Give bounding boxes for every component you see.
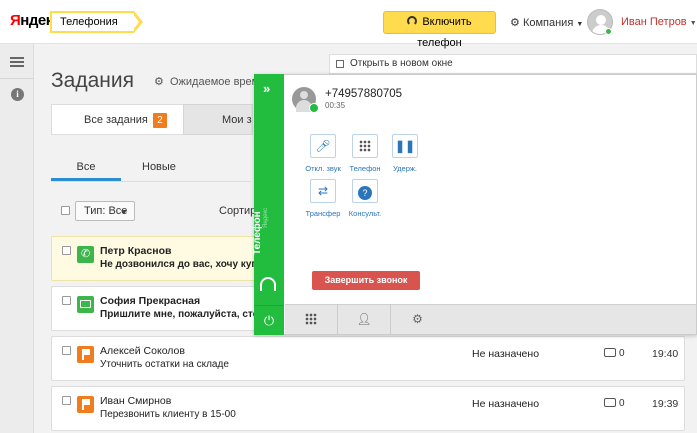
chevron-down-icon: ▼: [689, 20, 697, 27]
task-name: Алексей Соколов: [100, 345, 185, 357]
comment-icon: [604, 398, 616, 407]
task-name: Иван Смирнов: [100, 395, 172, 407]
online-status-dot: [605, 28, 612, 35]
task-description: Не дозвонился до вас, хочу купить: [100, 259, 275, 270]
hold-label: Удерж.: [393, 164, 417, 173]
headset-icon: [260, 277, 276, 291]
person-icon: 👤︎: [356, 312, 372, 326]
comment-count-value: 0: [619, 398, 625, 409]
gear-icon: ⚙: [510, 17, 520, 29]
product-tag[interactable]: Телефония: [50, 11, 143, 33]
subtab-divider: [51, 181, 251, 182]
email-icon: [77, 296, 94, 313]
gear-icon: ⚙: [154, 76, 164, 88]
task-card[interactable]: Иван Смирнов Перезвонить клиенту в 15-00…: [51, 386, 685, 431]
sidebar: [0, 44, 34, 433]
external-window-icon: [336, 60, 344, 68]
pause-icon: ❚❚: [394, 139, 416, 153]
user-name: Иван Петров: [621, 16, 687, 28]
menu-icon[interactable]: [10, 57, 24, 67]
mute-label: Откл. звук: [305, 164, 341, 173]
mic-icon: 🎤︎: [315, 139, 331, 153]
contacts-tab[interactable]: 👤︎: [338, 304, 391, 334]
chevron-down-icon: ▼: [576, 21, 584, 28]
task-description: Пришлите мне, пожалуйста, стоим: [100, 309, 273, 320]
call-active-dot: [309, 103, 319, 113]
comment-count[interactable]: 0: [604, 348, 625, 359]
count-badge: 2: [152, 113, 167, 128]
consult-icon: ?: [358, 186, 372, 200]
task-name: София Прекрасная: [100, 295, 201, 307]
transfer-label: Трансфер: [305, 209, 341, 218]
subtab-all[interactable]: Все: [51, 161, 121, 173]
task-description: Уточнить остатки на складе: [100, 359, 229, 370]
tab-all-tasks[interactable]: Все задания 2: [51, 104, 183, 135]
subtab-new[interactable]: Новые: [142, 161, 176, 173]
open-in-new-window-link[interactable]: Открыть в новом окне: [329, 54, 697, 74]
collapse-chevron-icon[interactable]: »: [263, 81, 270, 96]
consult-button[interactable]: ?: [352, 179, 378, 203]
mute-button[interactable]: 🎤︎: [310, 134, 336, 158]
page-title: Задания: [51, 69, 134, 92]
phone-side-bar: »: [254, 74, 284, 335]
task-checkbox[interactable]: [62, 396, 71, 405]
end-call-button[interactable]: Завершить звонок: [312, 271, 420, 290]
call-timer: 00:35: [325, 101, 346, 110]
enable-phone-button[interactable]: Включить телефон: [383, 11, 496, 49]
hold-button[interactable]: ❚❚: [392, 134, 418, 158]
flag-icon: [77, 346, 94, 363]
type-filter-dropdown[interactable]: Тип: Все: [75, 201, 135, 221]
tab-all-tasks-label: Все задания: [84, 114, 148, 126]
subtab-active-indicator: [51, 178, 121, 181]
select-all-checkbox[interactable]: [61, 206, 70, 215]
tab-my-tasks[interactable]: Мои зада: [183, 104, 253, 135]
task-name: Петр Краснов: [100, 245, 172, 257]
settings-tab[interactable]: ⚙: [391, 304, 444, 334]
open-in-new-window-label: Открыть в новом окне: [350, 58, 453, 69]
task-status: Не назначено: [472, 398, 540, 410]
caller-number: +74957880705: [325, 88, 403, 100]
task-time: 19:39: [652, 398, 679, 410]
task-status: Не назначено: [472, 348, 540, 360]
transfer-button[interactable]: ⇄: [310, 179, 336, 203]
enable-phone-label: Включить телефон: [417, 16, 472, 49]
task-checkbox[interactable]: [62, 346, 71, 355]
headset-icon: [407, 16, 418, 26]
keypad-tab[interactable]: [285, 304, 338, 334]
company-menu[interactable]: ⚙ Компания ▼: [510, 16, 583, 29]
phone-side-sublabel: Яндекс: [263, 207, 269, 228]
consult-label: Консульт.: [348, 209, 382, 218]
task-time: 19:40: [652, 348, 679, 360]
phone-panel: [254, 74, 697, 335]
keypad-label: Телефон: [349, 164, 381, 173]
company-label: Компания: [522, 17, 574, 29]
info-icon[interactable]: i: [11, 88, 24, 101]
phone-icon: ✆: [77, 246, 94, 263]
gear-icon: ⚙: [412, 312, 423, 326]
keypad-icon: [305, 313, 317, 325]
keypad-button[interactable]: [352, 134, 378, 158]
comment-count-value: 0: [619, 348, 625, 359]
power-icon[interactable]: ⏻: [254, 305, 284, 335]
task-card[interactable]: Алексей Соколов Уточнить остатки на скла…: [51, 336, 685, 381]
comment-icon: [604, 348, 616, 357]
sidebar-divider: [0, 78, 34, 79]
task-checkbox[interactable]: [62, 246, 71, 255]
user-menu[interactable]: Иван Петров ▼: [621, 16, 697, 28]
flag-icon: [77, 396, 94, 413]
transfer-icon: ⇄: [317, 184, 329, 198]
task-checkbox[interactable]: [62, 296, 71, 305]
phone-side-label: Телефон: [252, 211, 263, 255]
task-description: Перезвонить клиенту в 15-00: [100, 409, 236, 420]
comment-count[interactable]: 0: [604, 398, 625, 409]
keypad-icon: [359, 140, 371, 152]
